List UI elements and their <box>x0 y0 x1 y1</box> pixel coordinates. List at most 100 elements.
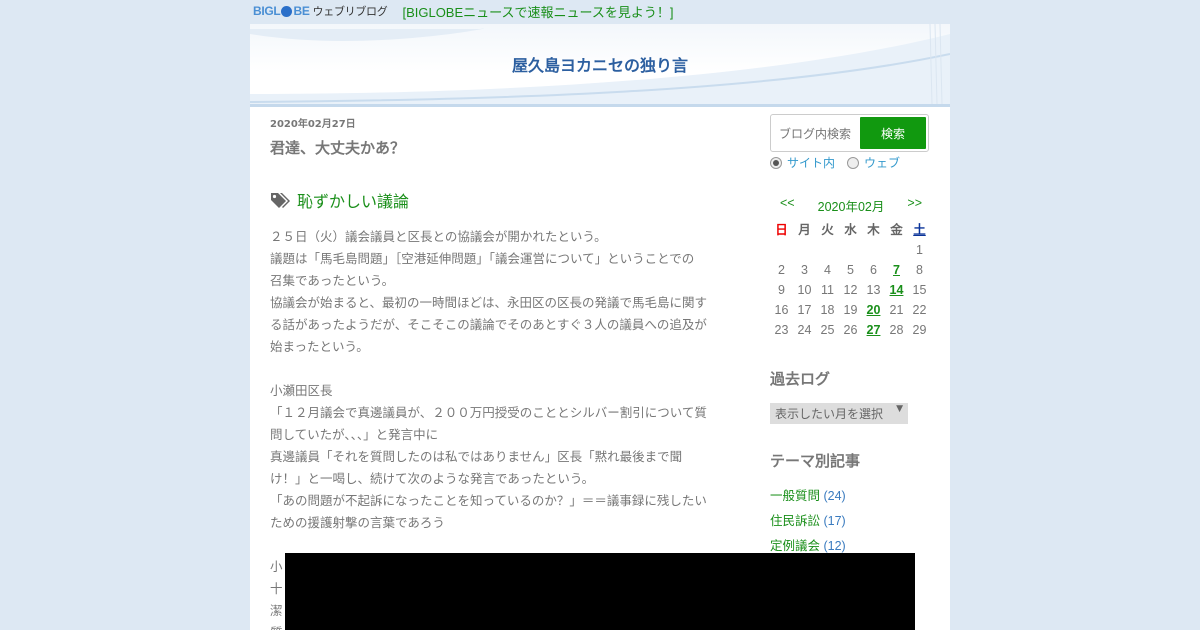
calendar-day: 21 <box>889 303 904 317</box>
calendar-grid: 日月火水木金土 1 2 3 4 5 6 7 8 9 10 11 12 13 14 15 16 17 18 19 20 21… <box>770 220 930 340</box>
calendar-weekday: 月 <box>798 223 811 237</box>
calendar-day[interactable]: 20 <box>862 300 885 320</box>
calendar-day[interactable]: 27 <box>862 320 885 340</box>
blog-title[interactable]: 屋久島ヨカニセの独り言 <box>250 52 950 76</box>
theme-item-count: (17) <box>820 514 846 528</box>
calendar-empty-cell <box>839 240 862 260</box>
theme-item-count: (24) <box>820 489 846 503</box>
archive-select[interactable]: 表示したい月を選択 ▼ <box>770 403 908 424</box>
category-link[interactable]: 恥ずかしい議論 <box>297 188 409 212</box>
globe-icon <box>281 5 293 17</box>
calendar-day: 19 <box>843 303 858 317</box>
post-body-line: 問していたが、、、」と発言中に <box>270 427 439 442</box>
calendar-month[interactable]: 2020年02月 <box>818 196 885 215</box>
post-body-line: 議題は「馬毛島問題」［空港延伸問題」「議会運営について」ということでの <box>270 251 695 266</box>
calendar-day: 5 <box>847 263 854 277</box>
calendar-day: 12 <box>843 283 858 297</box>
theme-item-name[interactable]: 定例議会 <box>770 539 820 553</box>
calendar-day: 24 <box>797 323 812 337</box>
post-body-line: 協議会が始まると、最初の一時間ほどは、永田区の区長の発議で馬毛島に関す <box>270 295 708 310</box>
top-bar: BIGL BE ウェブリブログ [BIGLOBEニュースで速報ニュースを見よう！… <box>253 0 673 22</box>
dropdown-arrow-icon: ▼ <box>896 404 903 414</box>
tags-icon <box>271 193 290 208</box>
logo-subtitle: ウェブリブログ <box>312 6 388 18</box>
post-body-line: ための援護射撃の言葉であろう <box>270 515 445 530</box>
biglobe-logo[interactable]: BIGL BE ウェブリブログ <box>253 3 388 19</box>
logo-suffix: BE <box>293 4 310 18</box>
calendar-day: 9 <box>778 283 785 297</box>
calendar-weekday: 金 <box>890 223 903 237</box>
radio-site-label[interactable]: サイト内 <box>787 154 835 171</box>
calendar-nav: << 2020年02月 >> <box>770 196 930 215</box>
post-title[interactable]: 君達、大丈夫かあ？ <box>270 137 730 158</box>
search-box: 検索 <box>770 114 929 152</box>
logo-prefix: BIGL <box>253 4 281 18</box>
sidebar: 検索 サイト内 ウェブ << 2020年02月 >> 日月火水木金土123456… <box>770 114 935 560</box>
post-body-line: 召集であったという。 <box>270 273 395 288</box>
calendar-day[interactable]: 7 <box>885 260 908 280</box>
radio-site[interactable] <box>770 156 782 169</box>
post-date: 2020年02月27日 <box>270 119 356 130</box>
calendar-weekday: 火 <box>821 223 834 237</box>
calendar-day: 18 <box>820 303 835 317</box>
theme-item[interactable]: 一般質問 (24) <box>770 485 935 510</box>
calendar-day: 13 <box>866 283 881 297</box>
redaction-block <box>285 553 915 630</box>
theme-item-name[interactable]: 住民訴訟 <box>770 514 820 528</box>
calendar-day: 11 <box>821 283 834 297</box>
calendar-day: 16 <box>774 303 789 317</box>
search-button[interactable]: 検索 <box>860 117 926 149</box>
calendar-day: 22 <box>912 303 927 317</box>
calendar-day: 6 <box>870 263 877 277</box>
theme-list: 一般質問 (24) 住民訴訟 (17) 定例議会 (12) <box>770 485 935 560</box>
theme-item-count: (12) <box>820 539 846 553</box>
post-body-line: 小瀬田区長 <box>270 383 333 398</box>
calendar-empty-cell <box>862 240 885 260</box>
calendar-empty-cell <box>770 240 793 260</box>
calendar-day: 4 <box>824 263 831 277</box>
calendar-day: 15 <box>912 283 927 297</box>
theme-item[interactable]: 住民訴訟 (17) <box>770 510 935 535</box>
post-body-line: る話があったようだが、そこそこの議論でそのあとすぐ３人の議員への追及が <box>270 317 707 332</box>
blog-header: 屋久島ヨカニセの独り言 <box>250 24 950 107</box>
calendar: << 2020年02月 >> 日月火水木金土 1 2 3 4 5 6 7 8 9 10 11 12 13 1… <box>770 196 930 340</box>
theme-heading: テーマ別記事 <box>770 452 861 470</box>
calendar-weekday: 水 <box>844 223 857 237</box>
calendar-weekday: 木 <box>867 223 880 237</box>
radio-web-label[interactable]: ウェブ <box>864 154 900 171</box>
calendar-day: 23 <box>774 323 789 337</box>
calendar-empty-cell <box>816 240 839 260</box>
theme-item-name[interactable]: 一般質問 <box>770 489 820 503</box>
calendar-day: 3 <box>801 263 808 277</box>
radio-web[interactable] <box>847 156 860 169</box>
archive-select-label: 表示したい月を選択 <box>775 407 884 421</box>
calendar-empty-cell <box>885 240 908 260</box>
calendar-day: 17 <box>797 303 812 317</box>
calendar-day: 28 <box>889 323 904 337</box>
post-body-line: 真邊議員「それを質問したのは私ではありません」区長「黙れ最後まで聞 <box>270 449 683 464</box>
post-body-line: 始まったという。 <box>270 339 369 354</box>
search-scope: サイト内 ウェブ <box>770 154 935 171</box>
calendar-day: 26 <box>843 323 858 337</box>
post-body-line: け！」と一喝し、続けて次のような発言であったという。 <box>270 471 595 486</box>
calendar-day: 1 <box>916 243 923 257</box>
calendar-weekday: 日 <box>775 223 788 237</box>
calendar-day: 25 <box>820 323 835 337</box>
post-body-line: ２５日（火）議会議員と区長との協議会が開かれたという。 <box>270 229 607 244</box>
post-body-line: 「１２月議会で真邊議員が、２００万円授受のこととシルバー割引について質 <box>270 405 707 420</box>
post-category: 恥ずかしい議論 <box>270 188 730 212</box>
calendar-day: 29 <box>912 323 927 337</box>
news-link[interactable]: [BIGLOBEニュースで速報ニュースを見よう！] <box>402 2 673 21</box>
calendar-prev[interactable]: << <box>780 196 795 215</box>
calendar-day: 10 <box>797 283 812 297</box>
calendar-day[interactable]: 14 <box>885 280 908 300</box>
post-body-line: 「あの問題が不起訴になったことを知っているのか？」＝＝議事録に残したい <box>270 493 707 508</box>
archive-heading: 過去ログ <box>770 370 831 388</box>
calendar-next[interactable]: >> <box>907 196 922 215</box>
search-input[interactable] <box>777 121 863 147</box>
calendar-day: 2 <box>778 263 785 277</box>
page-container: 屋久島ヨカニセの独り言 2020年02月27日 君達、大丈夫かあ？ 恥ずかしい議… <box>250 24 950 630</box>
calendar-day: 8 <box>916 263 923 277</box>
calendar-empty-cell <box>793 240 816 260</box>
